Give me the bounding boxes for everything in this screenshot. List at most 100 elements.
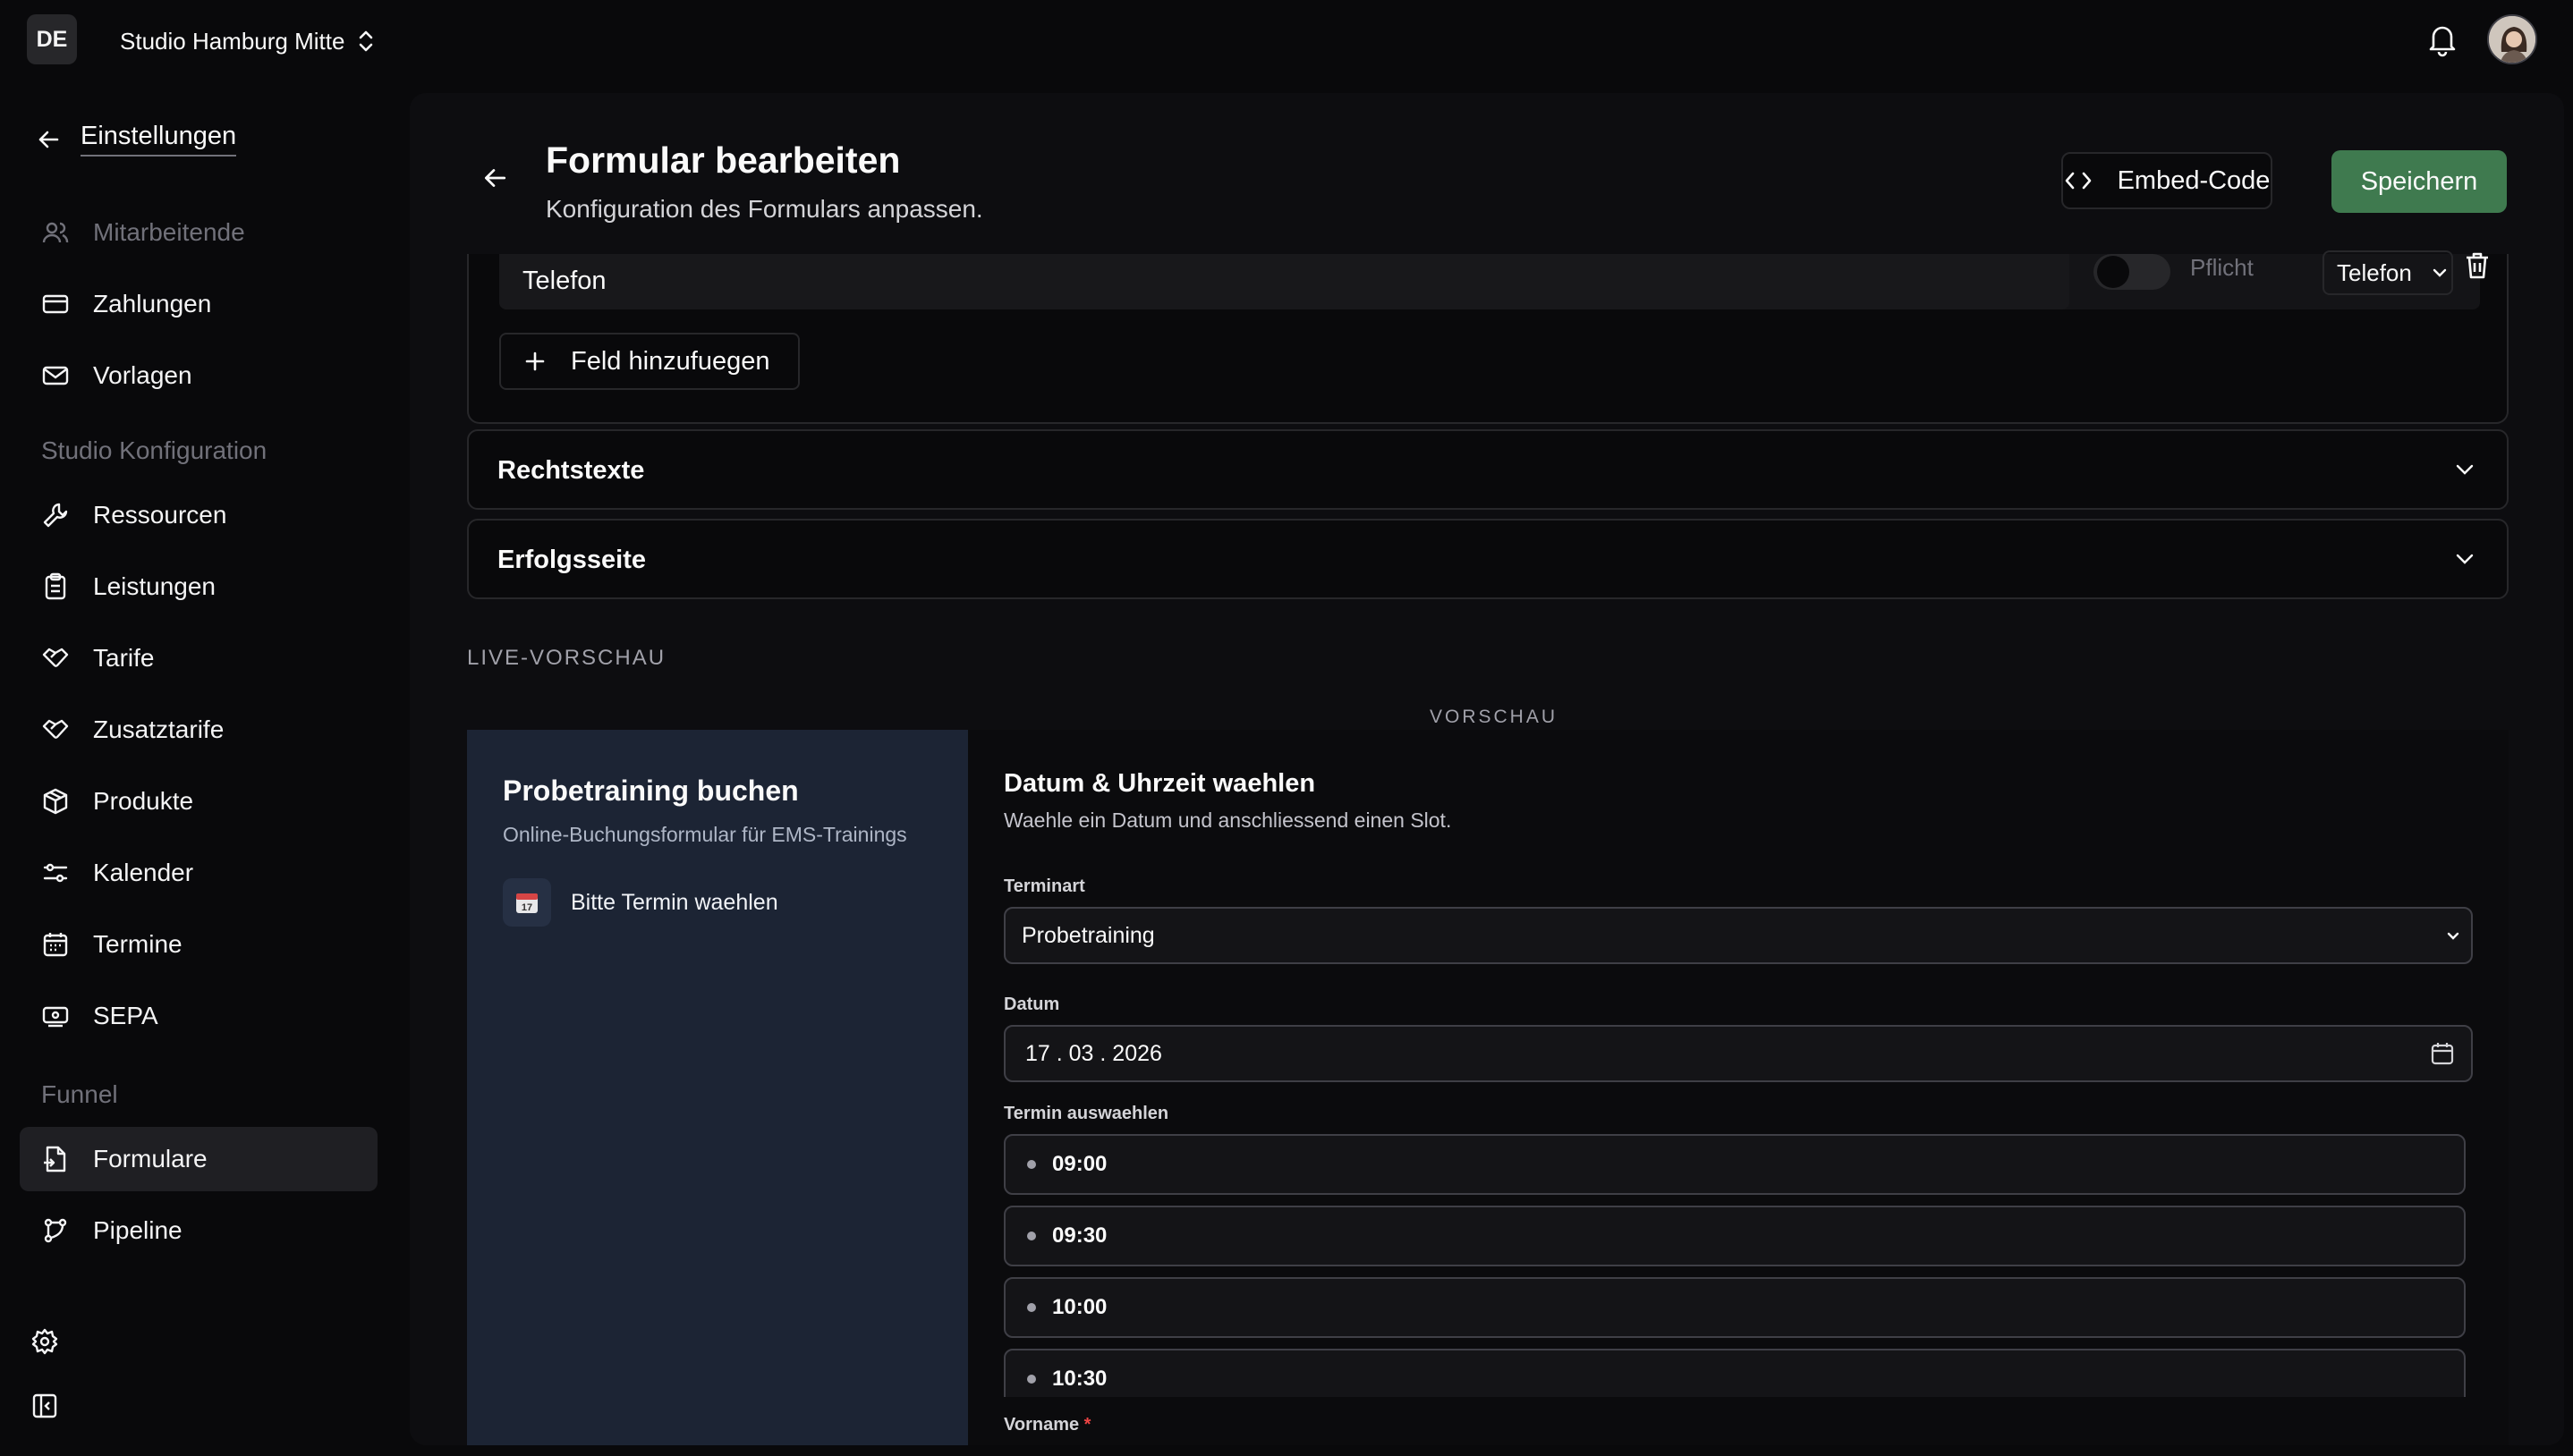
live-preview-label: LIVE-VORSCHAU (467, 646, 667, 670)
appointment-type-select[interactable]: Probetraining (1004, 907, 2473, 964)
embed-code-label: Embed-Code (2117, 165, 2271, 195)
sidebar-item-label: Zahlungen (93, 290, 212, 317)
sidebar-item-label: Vorlagen (93, 361, 192, 389)
sidebar-item-produkte[interactable]: Produkte (20, 769, 378, 834)
package-icon (39, 785, 72, 817)
sidebar-item-label: Termine (93, 930, 183, 958)
section-legal-texts[interactable]: Rechtstexte (467, 429, 2509, 510)
section-success-page[interactable]: Erfolgsseite (467, 519, 2509, 599)
radio-dot (1027, 1232, 1036, 1240)
wrench-icon (39, 499, 72, 531)
studio-switcher[interactable]: Studio Hamburg Mitte (120, 25, 375, 57)
sidebar-item-formulare[interactable]: Formulare (20, 1127, 378, 1191)
sidebar-collapse-icon[interactable] (30, 1392, 59, 1420)
date-label: Datum (1004, 995, 1060, 1014)
sidebar-item-label: Ressourcen (93, 501, 227, 529)
sidebar-item-sepa[interactable]: SEPA (20, 984, 378, 1048)
sidebar-item-zahlungen[interactable]: Zahlungen (20, 272, 378, 336)
sidebar-item-label: Zusatztarife (93, 715, 225, 743)
sidebar-item-label: Kalender (93, 859, 194, 886)
sidebar-item-label: Formulare (93, 1145, 208, 1172)
preview-subtitle: Online-Buchungsformular für EMS-Training… (503, 823, 907, 846)
preview-heading: Datum & Uhrzeit waehlen (1004, 769, 1316, 798)
add-field-button[interactable]: Feld hinzufuegen (499, 333, 800, 390)
preview-title: Probetraining buchen (503, 775, 799, 807)
arrow-left-icon[interactable] (481, 165, 508, 191)
slot-option[interactable]: 09:00 (1004, 1134, 2466, 1195)
field-name-input[interactable]: Telefon (499, 254, 2069, 309)
trash-icon[interactable] (2464, 250, 2491, 281)
slot-time: 10:30 (1052, 1367, 1108, 1391)
sidebar-item-kalender[interactable]: Kalender (20, 841, 378, 905)
sidebar-item-ressourcen[interactable]: Ressourcen (20, 483, 378, 547)
chevron-down-icon (2453, 547, 2476, 571)
slot-option[interactable]: 10:30 (1004, 1349, 2466, 1397)
slot-option[interactable]: 09:30 (1004, 1206, 2466, 1266)
studio-name: Studio Hamburg Mitte (120, 27, 345, 55)
slot-time: 09:00 (1052, 1152, 1108, 1176)
sidebar-item-mitarbeitende[interactable]: Mitarbeitende (20, 200, 378, 265)
preview-step-label: Bitte Termin waehlen (571, 889, 778, 915)
sliders-icon (39, 857, 72, 889)
settings-back-link[interactable]: Einstellungen (36, 122, 237, 157)
sidebar-item-label: SEPA (93, 1002, 158, 1029)
preview-sidebar: Probetraining buchen Online-Buchungsform… (467, 730, 968, 1445)
slot-option[interactable]: 10:00 (1004, 1277, 2466, 1338)
chevron-down-icon (2444, 927, 2462, 944)
embed-code-button[interactable]: Embed-Code (2061, 152, 2272, 209)
section-label-funnel: Funnel (41, 1080, 118, 1108)
firstname-label-text: Vorname (1004, 1415, 1080, 1435)
required-label: Pflicht (2190, 254, 2254, 281)
language-badge[interactable]: DE (27, 14, 77, 64)
appointment-type-value: Probetraining (1022, 922, 1155, 948)
preview-heading-subtitle: Waehle ein Datum und anschliessend einen… (1004, 808, 1452, 832)
workflow-icon (39, 1215, 72, 1247)
form-icon (39, 1143, 72, 1175)
save-button[interactable]: Speichern (2331, 150, 2507, 213)
sidebar-item-pipeline[interactable]: Pipeline (20, 1198, 378, 1263)
gear-icon[interactable] (30, 1327, 59, 1356)
users-icon (39, 216, 72, 249)
slot-list: 09:00 09:30 10:00 10:30 (1004, 1134, 2467, 1397)
calendar-icon[interactable] (2430, 1041, 2455, 1066)
sidebar-item-label: Tarife (93, 644, 155, 672)
date-value: 17 . 03 . 2026 (1025, 1040, 1162, 1066)
date-input[interactable]: 17 . 03 . 2026 (1004, 1025, 2473, 1082)
sidebar: Einstellungen Mitarbeitende Zahlungen Vo… (0, 82, 403, 1456)
form-preview: Probetraining buchen Online-Buchungsform… (467, 730, 2509, 1445)
add-field-label: Feld hinzufuegen (571, 346, 770, 376)
sidebar-item-termine[interactable]: Termine (20, 912, 378, 977)
section-title: Rechtstexte (497, 456, 645, 485)
preview-step: 17 Bitte Termin waehlen (503, 878, 778, 927)
sidebar-item-leistungen[interactable]: Leistungen (20, 554, 378, 619)
sidebar-item-vorlagen[interactable]: Vorlagen (20, 343, 378, 408)
arrow-left-icon (36, 127, 61, 152)
sidebar-item-tarife[interactable]: Tarife (20, 626, 378, 690)
code-icon (2064, 170, 2093, 191)
chevron-down-icon (2453, 458, 2476, 481)
calendar-icon-text: 17 (522, 902, 532, 913)
preview-form: Datum & Uhrzeit waehlen Waehle ein Datum… (968, 730, 2509, 1445)
banknote-icon (39, 1000, 72, 1032)
avatar[interactable] (2487, 14, 2537, 64)
handshake-icon (39, 714, 72, 746)
calendar-icon (39, 928, 72, 961)
bell-icon[interactable] (2426, 21, 2458, 57)
sidebar-item-label: Mitarbeitende (93, 218, 245, 246)
main-panel: Formular bearbeiten Konfiguration des Fo… (410, 93, 2564, 1445)
plus-icon (524, 351, 546, 372)
radio-dot (1027, 1375, 1036, 1384)
fields-card: Telefon Pflicht Telefon Feld hinzufuegen (467, 250, 2509, 424)
sidebar-item-label: Leistungen (93, 572, 217, 600)
slot-label: Termin auswaehlen (1004, 1104, 1169, 1123)
sidebar-item-label: Produkte (93, 787, 194, 815)
chevrons-up-down-icon (357, 29, 375, 54)
calendar-icon: 17 (503, 878, 551, 927)
sidebar-item-zusatztarife[interactable]: Zusatztarife (20, 698, 378, 762)
required-toggle[interactable] (2093, 254, 2170, 290)
field-type-select[interactable]: Telefon (2322, 250, 2453, 295)
clipboard-icon (39, 571, 72, 603)
handshake-icon (39, 642, 72, 674)
radio-dot (1027, 1160, 1036, 1169)
section-title: Erfolgsseite (497, 546, 646, 574)
